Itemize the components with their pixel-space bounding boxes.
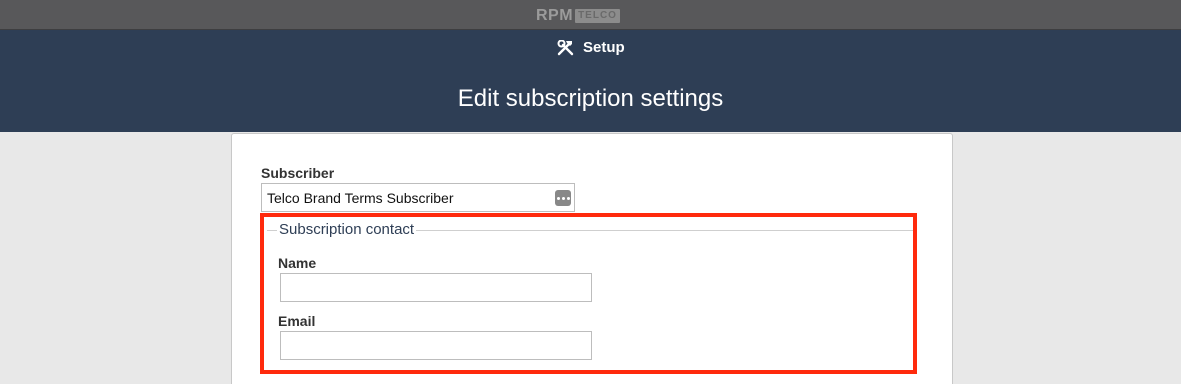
subscriber-lookup-field[interactable]: Telco Brand Terms Subscriber <box>261 183 575 212</box>
tools-icon <box>557 39 575 56</box>
highlight-box <box>260 213 917 374</box>
ellipsis-icon[interactable] <box>555 190 571 206</box>
setup-label: Setup <box>583 39 625 56</box>
subscriber-label: Subscriber <box>261 165 335 181</box>
logo-sub-text: TELCO <box>575 9 620 23</box>
setup-link[interactable]: Setup <box>557 39 625 56</box>
page-header: Setup Edit subscription settings <box>0 30 1181 132</box>
page-title: Edit subscription settings <box>457 85 724 112</box>
rpm-telco-logo[interactable]: RPM TELCO <box>536 8 620 24</box>
logo-main-text: RPM <box>536 7 574 24</box>
subscriber-value: Telco Brand Terms Subscriber <box>267 190 454 206</box>
top-bar: RPM TELCO <box>0 0 1181 30</box>
